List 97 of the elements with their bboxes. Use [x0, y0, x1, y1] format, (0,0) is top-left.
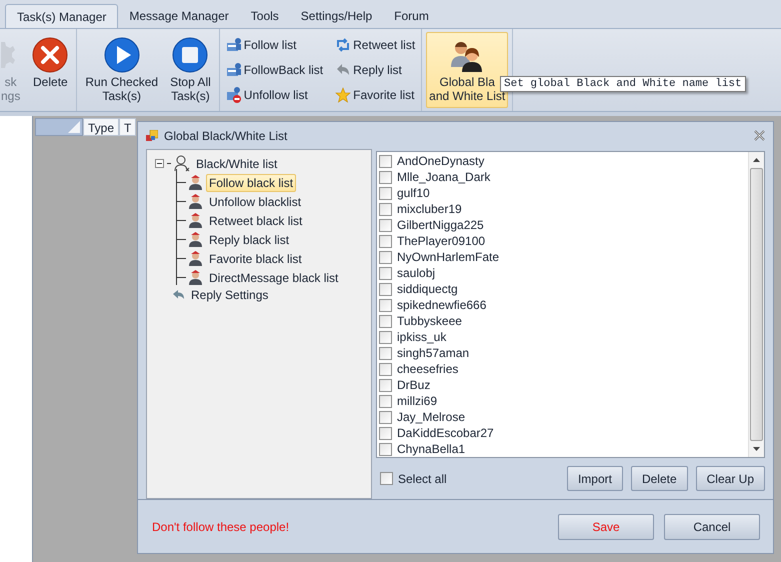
collapse-icon[interactable]	[155, 159, 164, 168]
list-item[interactable]: mixcluber19	[397, 202, 462, 216]
tree-item[interactable]: Black/White list	[193, 154, 280, 172]
import-button[interactable]: Import	[566, 466, 623, 491]
list-item[interactable]: GilbertNigga225	[397, 218, 484, 232]
list-item[interactable]: ipkiss_uk	[397, 330, 446, 344]
checkbox[interactable]	[379, 250, 392, 264]
column-header[interactable]: T	[119, 118, 136, 136]
person-icon	[188, 213, 203, 228]
tree-item[interactable]: Reply black list	[206, 230, 292, 248]
delete-button[interactable]: Delete	[630, 466, 688, 491]
tab[interactable]: Forum	[383, 4, 440, 28]
checkbox[interactable]	[379, 202, 392, 216]
person-icon	[188, 270, 203, 285]
window-icon	[146, 130, 158, 142]
checkbox[interactable]	[379, 442, 392, 456]
person-icon	[188, 194, 203, 209]
ribbon-link[interactable]: Retweet list	[333, 32, 418, 57]
checkbox[interactable]	[379, 154, 392, 168]
tree-item[interactable]: Retweet black list	[206, 212, 306, 230]
checkbox[interactable]	[379, 394, 392, 408]
checkbox[interactable]	[379, 266, 392, 280]
list-item[interactable]: saulobj	[397, 266, 436, 280]
play-icon	[104, 37, 140, 73]
person-icon	[188, 232, 203, 247]
checkbox[interactable]	[379, 362, 392, 376]
checkbox[interactable]	[379, 330, 392, 344]
checkbox[interactable]	[380, 472, 393, 485]
scroll-down-icon[interactable]	[753, 447, 760, 451]
dialog-button[interactable]: Cancel	[664, 514, 760, 540]
column-header[interactable]: Type	[83, 118, 120, 136]
tree-item[interactable]: Unfollow blacklist	[206, 192, 304, 210]
list-item[interactable]: singh57aman	[397, 346, 470, 360]
scroll-up-icon[interactable]	[753, 158, 760, 162]
checkbox[interactable]	[379, 410, 392, 424]
ribbon-link[interactable]: Follow list	[224, 32, 326, 57]
reply-icon	[173, 290, 185, 300]
triangle-icon	[68, 121, 80, 133]
close-button[interactable]	[754, 130, 765, 141]
person-minus-icon	[226, 86, 242, 102]
person-card-icon	[226, 36, 242, 52]
list-item[interactable]: Mlle_Joana_Dark	[397, 170, 490, 184]
people-icon	[450, 39, 484, 73]
tab[interactable]: Task(s) Manager	[5, 4, 118, 28]
ribbon-link[interactable]: FollowBack list	[224, 57, 326, 82]
person-icon	[188, 251, 203, 266]
list-item[interactable]: ThePlayer09100	[397, 234, 486, 248]
clear-button[interactable]: Clear Up	[696, 466, 765, 491]
list-item[interactable]: gulf10	[397, 186, 430, 200]
list-item[interactable]: AndOneDynasty	[397, 154, 484, 168]
tree-item[interactable]: DirectMessage black list	[206, 268, 342, 286]
list-item[interactable]: DrBuz	[397, 378, 430, 392]
user-icon	[174, 155, 190, 172]
list-item[interactable]: Jay_Melrose	[397, 410, 466, 424]
select-all-corner[interactable]	[35, 118, 83, 136]
ribbon-link[interactable]: Unfollow list	[224, 82, 326, 107]
tree-item[interactable]: Favorite black list	[206, 250, 305, 268]
tree-item[interactable]: Follow black list	[206, 174, 296, 192]
ribbon-link[interactable]: Reply list	[333, 57, 418, 82]
hint-message: Don't follow these people!	[152, 520, 290, 534]
tooltip: Set global Black and White name list	[500, 76, 746, 92]
dialog-title: Global Black/White List	[164, 128, 288, 142]
ribbon-link[interactable]: Favorite list	[333, 82, 418, 107]
list-item[interactable]: Tubbyskeee	[397, 314, 462, 328]
list-item[interactable]: NyOwnHarlemFate	[397, 250, 500, 264]
ribbon-button[interactable]: Run Checked Task(s)	[81, 32, 162, 108]
checkbox[interactable]	[379, 346, 392, 360]
tab[interactable]: Settings/Help	[290, 4, 384, 28]
person-icon	[188, 175, 203, 190]
checkbox[interactable]	[379, 170, 392, 184]
list-item[interactable]: spikednewfie666	[397, 298, 486, 312]
list-item[interactable]: DaKiddEscobar27	[397, 426, 494, 440]
checkbox-label[interactable]: Select all	[398, 472, 447, 486]
checkbox[interactable]	[379, 186, 392, 200]
checkbox[interactable]	[379, 314, 392, 328]
list-item[interactable]: ChynaBella1	[397, 442, 466, 456]
tab[interactable]: Message Manager	[118, 4, 240, 28]
list-item[interactable]: cheesefries	[397, 362, 458, 376]
tab[interactable]: Tools	[240, 4, 290, 28]
tree-item[interactable]: Reply Settings	[188, 286, 272, 304]
delete-icon	[32, 37, 68, 73]
person-card-icon	[226, 62, 242, 78]
list-item[interactable]: siddiquectg	[397, 282, 458, 296]
retweet-icon	[335, 36, 352, 52]
checkbox[interactable]	[379, 234, 392, 248]
checkbox[interactable]	[379, 426, 392, 440]
checkbox[interactable]	[379, 218, 392, 232]
checkbox[interactable]	[379, 378, 392, 392]
list-item[interactable]: millzi69	[397, 394, 438, 408]
reply-icon	[335, 62, 352, 78]
ribbon-button[interactable]: Delete	[28, 32, 72, 108]
checkbox[interactable]	[379, 298, 392, 312]
stop-icon	[172, 37, 208, 73]
checkbox[interactable]	[379, 282, 392, 296]
star-icon	[335, 86, 352, 102]
scrollbar[interactable]	[748, 152, 764, 457]
ribbon-button[interactable]: Stop All Task(s)	[166, 32, 215, 108]
